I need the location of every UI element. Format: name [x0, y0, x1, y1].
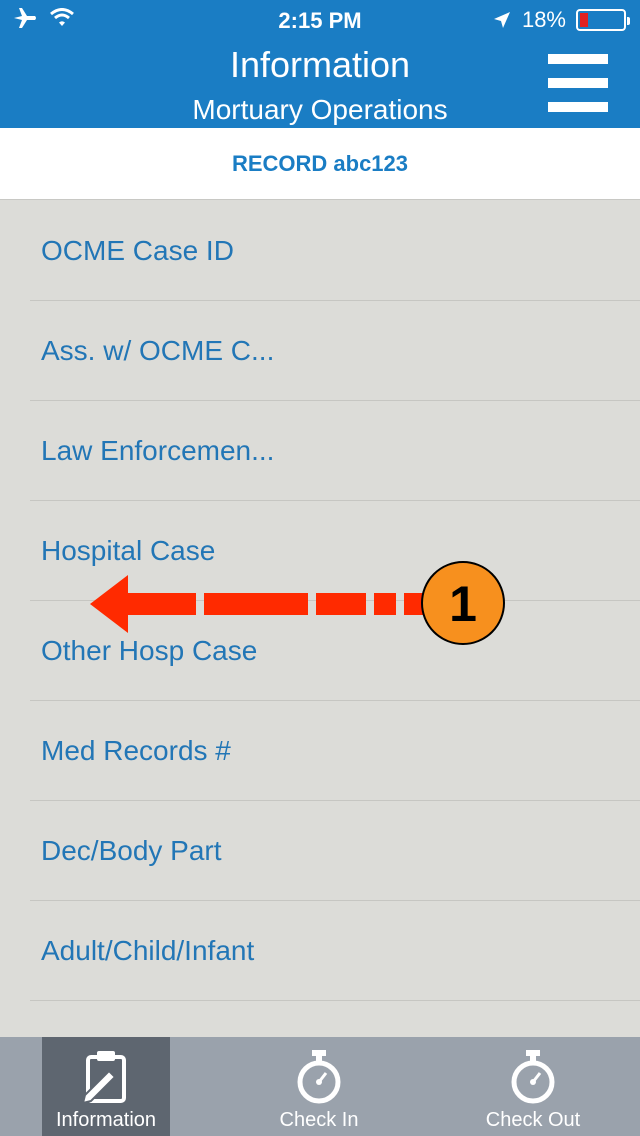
list-item-label: Other Hosp Case [41, 634, 258, 666]
list-item[interactable]: Med Records # [30, 701, 640, 801]
battery-icon [576, 9, 630, 31]
list-item-label: Adult/Child/Infant [41, 934, 255, 966]
tab-label: Check Out [485, 1109, 581, 1131]
stopwatch-icon [511, 1050, 555, 1104]
list-item[interactable]: Law Enforcemen... [30, 401, 640, 501]
location-arrow-icon [493, 12, 510, 28]
tab-label: Information [55, 1109, 157, 1131]
list-item[interactable]: Other Hosp Case [30, 601, 640, 701]
tab-information[interactable]: Information [42, 1037, 170, 1136]
page-subtitle: Mortuary Operations [192, 94, 448, 125]
list-item-label: Hospital Case [41, 534, 216, 566]
tab-label: Check In [279, 1109, 359, 1131]
battery-percent: 18% [521, 7, 566, 32]
app-header: 2:15 PM 18% Information Mortuary Operati… [0, 0, 640, 128]
hamburger-line [548, 54, 608, 64]
list-item-label: Law Enforcemen... [41, 434, 275, 466]
list-item[interactable]: Hospital Case [30, 501, 640, 601]
tab-check-in[interactable]: Check In [255, 1037, 383, 1136]
hamburger-menu-button[interactable] [548, 54, 608, 112]
page-title: Information [229, 44, 411, 85]
tab-bar: Information Check In Check Out [0, 1037, 640, 1136]
record-label[interactable]: RECORD abc123 [0, 128, 640, 200]
list-item-label: Med Records # [41, 734, 231, 766]
clipboard-pencil-icon [81, 1051, 126, 1105]
list-item-label: Ass. w/ OCME C... [41, 334, 275, 366]
tab-check-out[interactable]: Check Out [469, 1037, 597, 1136]
list-item[interactable]: Ass. w/ OCME C... [30, 301, 640, 401]
stopwatch-icon [297, 1050, 341, 1104]
list-item-label: Dec/Body Part [41, 834, 222, 866]
status-bar: 2:15 PM 18% [0, 0, 640, 40]
hamburger-line [548, 102, 608, 112]
list-item[interactable]: Adult/Child/Infant [30, 901, 640, 1001]
list-item[interactable]: Dec/Body Part [30, 801, 640, 901]
list-item-label: OCME Case ID [41, 234, 234, 266]
field-list: OCME Case ID Ass. w/ OCME C... Law Enfor… [0, 201, 640, 1001]
hamburger-line [548, 78, 608, 88]
list-item[interactable]: OCME Case ID [30, 201, 640, 301]
